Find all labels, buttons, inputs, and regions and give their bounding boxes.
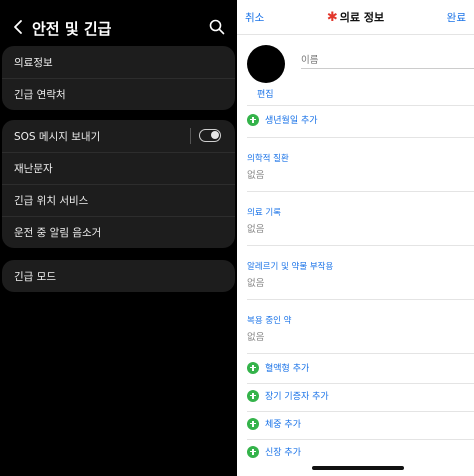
edit-photo-button[interactable]: 편집 <box>257 87 274 100</box>
home-indicator[interactable] <box>312 466 404 470</box>
divider <box>247 105 474 106</box>
divider <box>247 439 474 440</box>
field-label-allergies: 알레르기 및 약물 부작용 <box>247 262 334 272</box>
avatar[interactable] <box>247 45 285 83</box>
divider <box>247 245 474 246</box>
menu-item-emergency-mode[interactable]: 긴급 모드 <box>2 260 235 292</box>
divider <box>247 299 474 300</box>
settings-group-alerts: SOS 메시지 보내기 재난문자 긴급 위치 서비스 운전 중 알림 음소거 <box>2 120 235 248</box>
safety-emergency-screen: 안전 및 긴급 의료정보 긴급 연락처 SOS 메시지 보내기 재난문자 긴급 … <box>0 0 237 476</box>
divider <box>247 191 474 192</box>
add-circle-icon <box>247 361 259 374</box>
menu-item-send-sos[interactable]: SOS 메시지 보내기 <box>2 120 235 152</box>
field-label-medications: 복용 중인 약 <box>247 316 292 326</box>
add-circle-icon <box>247 389 259 402</box>
divider <box>247 353 474 354</box>
menu-item-emergency-contacts[interactable]: 긴급 연락처 <box>2 78 235 110</box>
menu-item-medical-info[interactable]: 의료정보 <box>2 46 235 78</box>
menu-item-disaster-alerts[interactable]: 재난문자 <box>2 152 235 184</box>
nav-title-text: 의료 정보 <box>339 11 385 24</box>
divider <box>237 34 474 35</box>
field-value-allergies[interactable]: 없음 <box>247 275 264 289</box>
name-input[interactable] <box>301 53 474 69</box>
divider <box>247 383 474 384</box>
field-value-conditions[interactable]: 없음 <box>247 167 264 181</box>
add-label: 신장 추가 <box>265 448 301 458</box>
nav-title: ✱ 의료 정보 <box>237 9 474 25</box>
add-circle-icon <box>247 417 259 430</box>
add-birthday-button[interactable]: 생년월일 추가 <box>247 113 318 126</box>
divider <box>190 128 191 144</box>
menu-item-driving-mute[interactable]: 운전 중 알림 음소거 <box>2 216 235 248</box>
field-value-records[interactable]: 없음 <box>247 221 264 235</box>
add-label: 생년월일 추가 <box>265 116 318 126</box>
settings-group-medical: 의료정보 긴급 연락처 <box>2 46 235 110</box>
medical-info-screen: 취소 ✱의료 정보 완료 편집 생년월일 추가 의학적 질환 없음 의료 기록 … <box>237 0 474 476</box>
add-label: 혈액형 추가 <box>265 364 310 374</box>
done-button[interactable]: 완료 <box>447 10 466 25</box>
menu-item-label: SOS 메시지 보내기 <box>14 130 101 143</box>
divider <box>247 411 474 412</box>
field-value-medications[interactable]: 없음 <box>247 329 264 343</box>
asterisk-icon: ✱ <box>326 10 338 25</box>
add-organ-donor-button[interactable]: 장기 기증자 추가 <box>247 389 329 402</box>
app-bar: 안전 및 긴급 <box>0 10 237 46</box>
add-blood-type-button[interactable]: 혈액형 추가 <box>247 361 309 374</box>
add-height-button[interactable]: 신장 추가 <box>247 445 301 458</box>
page-title: 안전 및 긴급 <box>32 20 112 38</box>
back-arrow-icon[interactable] <box>8 16 30 38</box>
menu-item-emergency-location[interactable]: 긴급 위치 서비스 <box>2 184 235 216</box>
search-icon[interactable] <box>208 18 226 36</box>
divider <box>247 137 474 138</box>
add-label: 체중 추가 <box>265 420 301 430</box>
add-circle-icon <box>247 445 259 458</box>
field-label-conditions: 의학적 질환 <box>247 154 289 164</box>
sos-toggle[interactable] <box>199 129 221 142</box>
field-label-records: 의료 기록 <box>247 208 281 218</box>
add-circle-icon <box>247 113 259 126</box>
add-weight-button[interactable]: 체중 추가 <box>247 417 301 430</box>
add-label: 장기 기증자 추가 <box>265 392 329 402</box>
settings-group-emergency-mode: 긴급 모드 <box>2 260 235 292</box>
nav-bar: 취소 ✱ 의료 정보 완료 <box>237 0 474 34</box>
